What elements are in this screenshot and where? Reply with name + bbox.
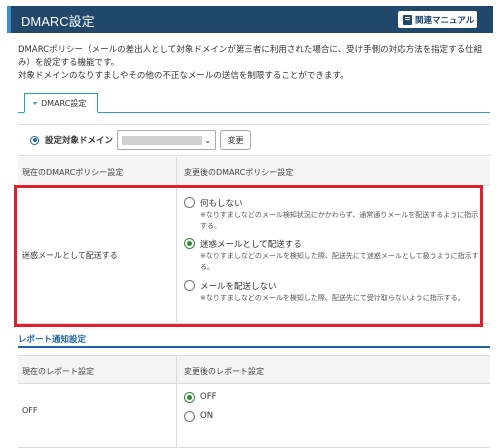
report-settings-table: 現在のレポート設定 変更後のレポート設定 OFF OFF ON <box>18 355 490 448</box>
report-table-row: OFF OFF ON <box>18 384 490 448</box>
new-report-header: 変更後のレポート設定 <box>184 367 264 376</box>
description-line-2: み）を設定する機能です。 <box>18 58 120 68</box>
report-radio-on[interactable] <box>184 411 195 422</box>
current-report-header: 現在のレポート設定 <box>22 367 94 376</box>
column-divider <box>176 356 177 383</box>
policy-option-note: ※なりすましなどのメール検知状況にかかわらず、通常通りメールを配送するように指示… <box>200 211 479 230</box>
report-radio-off[interactable] <box>184 392 195 403</box>
tab-dmarc-settings[interactable]: DMARC設定 <box>24 93 98 113</box>
target-domain-label: 設定対象ドメイン <box>45 136 114 146</box>
description-line-1: DMARCポリシー（メールの差出人として対象ドメインが第三者に利用された場合に、… <box>18 45 483 55</box>
caret-down-icon <box>33 101 37 105</box>
report-option-label: OFF <box>200 392 217 402</box>
related-manual-label: 関連マニュアル <box>415 15 475 26</box>
column-divider <box>176 157 177 185</box>
page-header: DMARC設定 関連マニュアル <box>7 6 493 33</box>
description: DMARCポリシー（メールの差出人として対象ドメインが第三者に利用された場合に、… <box>18 44 488 83</box>
policy-radio-deliver-as-spam[interactable] <box>184 238 195 249</box>
policy-option-label: 迷惑メールとして配送する <box>200 240 302 250</box>
new-policy-header: 変更後のDMARCポリシー設定 <box>184 168 294 177</box>
column-divider <box>176 186 177 323</box>
domain-select[interactable]: ⌄ <box>117 130 217 150</box>
description-line-3: 対象ドメインのなりすましやその他の不正なメールの送信を制限することができます。 <box>18 71 349 81</box>
policy-option-note: ※なりすましなどのメールを検知した際、配送先にて受け取らないように指示する。 <box>200 294 465 302</box>
policy-option-label: メールを配送しない <box>200 282 277 292</box>
page-title: DMARC設定 <box>21 14 95 29</box>
policy-table-header: 現在のDMARCポリシー設定 変更後のDMARCポリシー設定 <box>18 157 490 186</box>
current-policy-value: 迷惑メールとして配送する <box>22 251 118 260</box>
tab-label: DMARC設定 <box>41 98 87 108</box>
book-icon <box>403 14 412 25</box>
report-section-title: レポート通知設定 <box>18 335 87 345</box>
report-table-header: 現在のレポート設定 変更後のレポート設定 <box>18 355 490 384</box>
current-report-value: OFF <box>22 406 38 415</box>
report-section-underline <box>18 346 490 348</box>
column-divider <box>176 384 177 447</box>
policy-radio-do-nothing[interactable] <box>184 197 195 208</box>
report-option-label: ON <box>200 411 214 421</box>
change-button[interactable]: 変更 <box>220 130 252 150</box>
policy-option-label: 何もしない <box>200 199 243 209</box>
target-domain-row: 設定対象ドメイン ⌄ 変更 <box>18 124 490 156</box>
policy-radio-do-not-deliver[interactable] <box>184 280 195 291</box>
chevron-down-icon: ⌄ <box>204 136 212 145</box>
policy-option-note: ※なりすましなどのメールを検知した際、配送先にて迷惑メールとして扱うように指示す… <box>200 252 479 271</box>
target-domain-radio[interactable] <box>30 135 39 145</box>
current-policy-header: 現在のDMARCポリシー設定 <box>22 168 124 177</box>
policy-table-row: 迷惑メールとして配送する 何もしない ※なりすましなどのメール検知状況にかかわら… <box>18 186 490 324</box>
dmarc-policy-table: 現在のDMARCポリシー設定 変更後のDMARCポリシー設定 迷惑メールとして配… <box>18 157 490 324</box>
related-manual-button[interactable]: 関連マニュアル <box>398 11 477 28</box>
domain-select-value <box>122 136 203 145</box>
